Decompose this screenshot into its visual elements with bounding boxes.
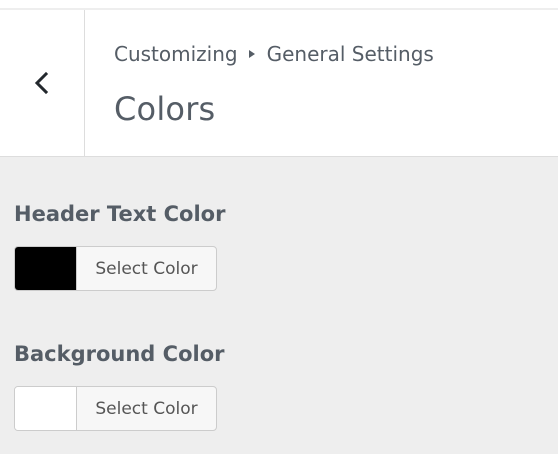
section-header: Customizing General Settings Colors (0, 10, 558, 157)
select-color-button[interactable]: Select Color (77, 247, 216, 290)
background-color-label: Background Color (14, 342, 225, 366)
background-color-picker[interactable]: Select Color (14, 386, 217, 431)
breadcrumb-root: Customizing (114, 42, 238, 66)
header-text-color-picker[interactable]: Select Color (14, 246, 217, 291)
header-text-color-label: Header Text Color (14, 202, 226, 226)
triangle-right-icon (248, 50, 255, 58)
breadcrumb: Customizing General Settings (114, 42, 434, 66)
controls-panel: Header Text Color Select Color Backgroun… (0, 157, 558, 454)
breadcrumb-parent: General Settings (266, 42, 434, 66)
color-swatch[interactable] (15, 247, 77, 290)
customizer-panel: Customizing General Settings Colors Head… (0, 0, 558, 454)
color-swatch[interactable] (15, 387, 77, 430)
back-button[interactable] (0, 10, 85, 156)
chevron-left-icon (33, 71, 51, 95)
page-title: Colors (114, 90, 216, 128)
select-color-button[interactable]: Select Color (77, 387, 216, 430)
title-area: Customizing General Settings Colors (114, 10, 558, 156)
